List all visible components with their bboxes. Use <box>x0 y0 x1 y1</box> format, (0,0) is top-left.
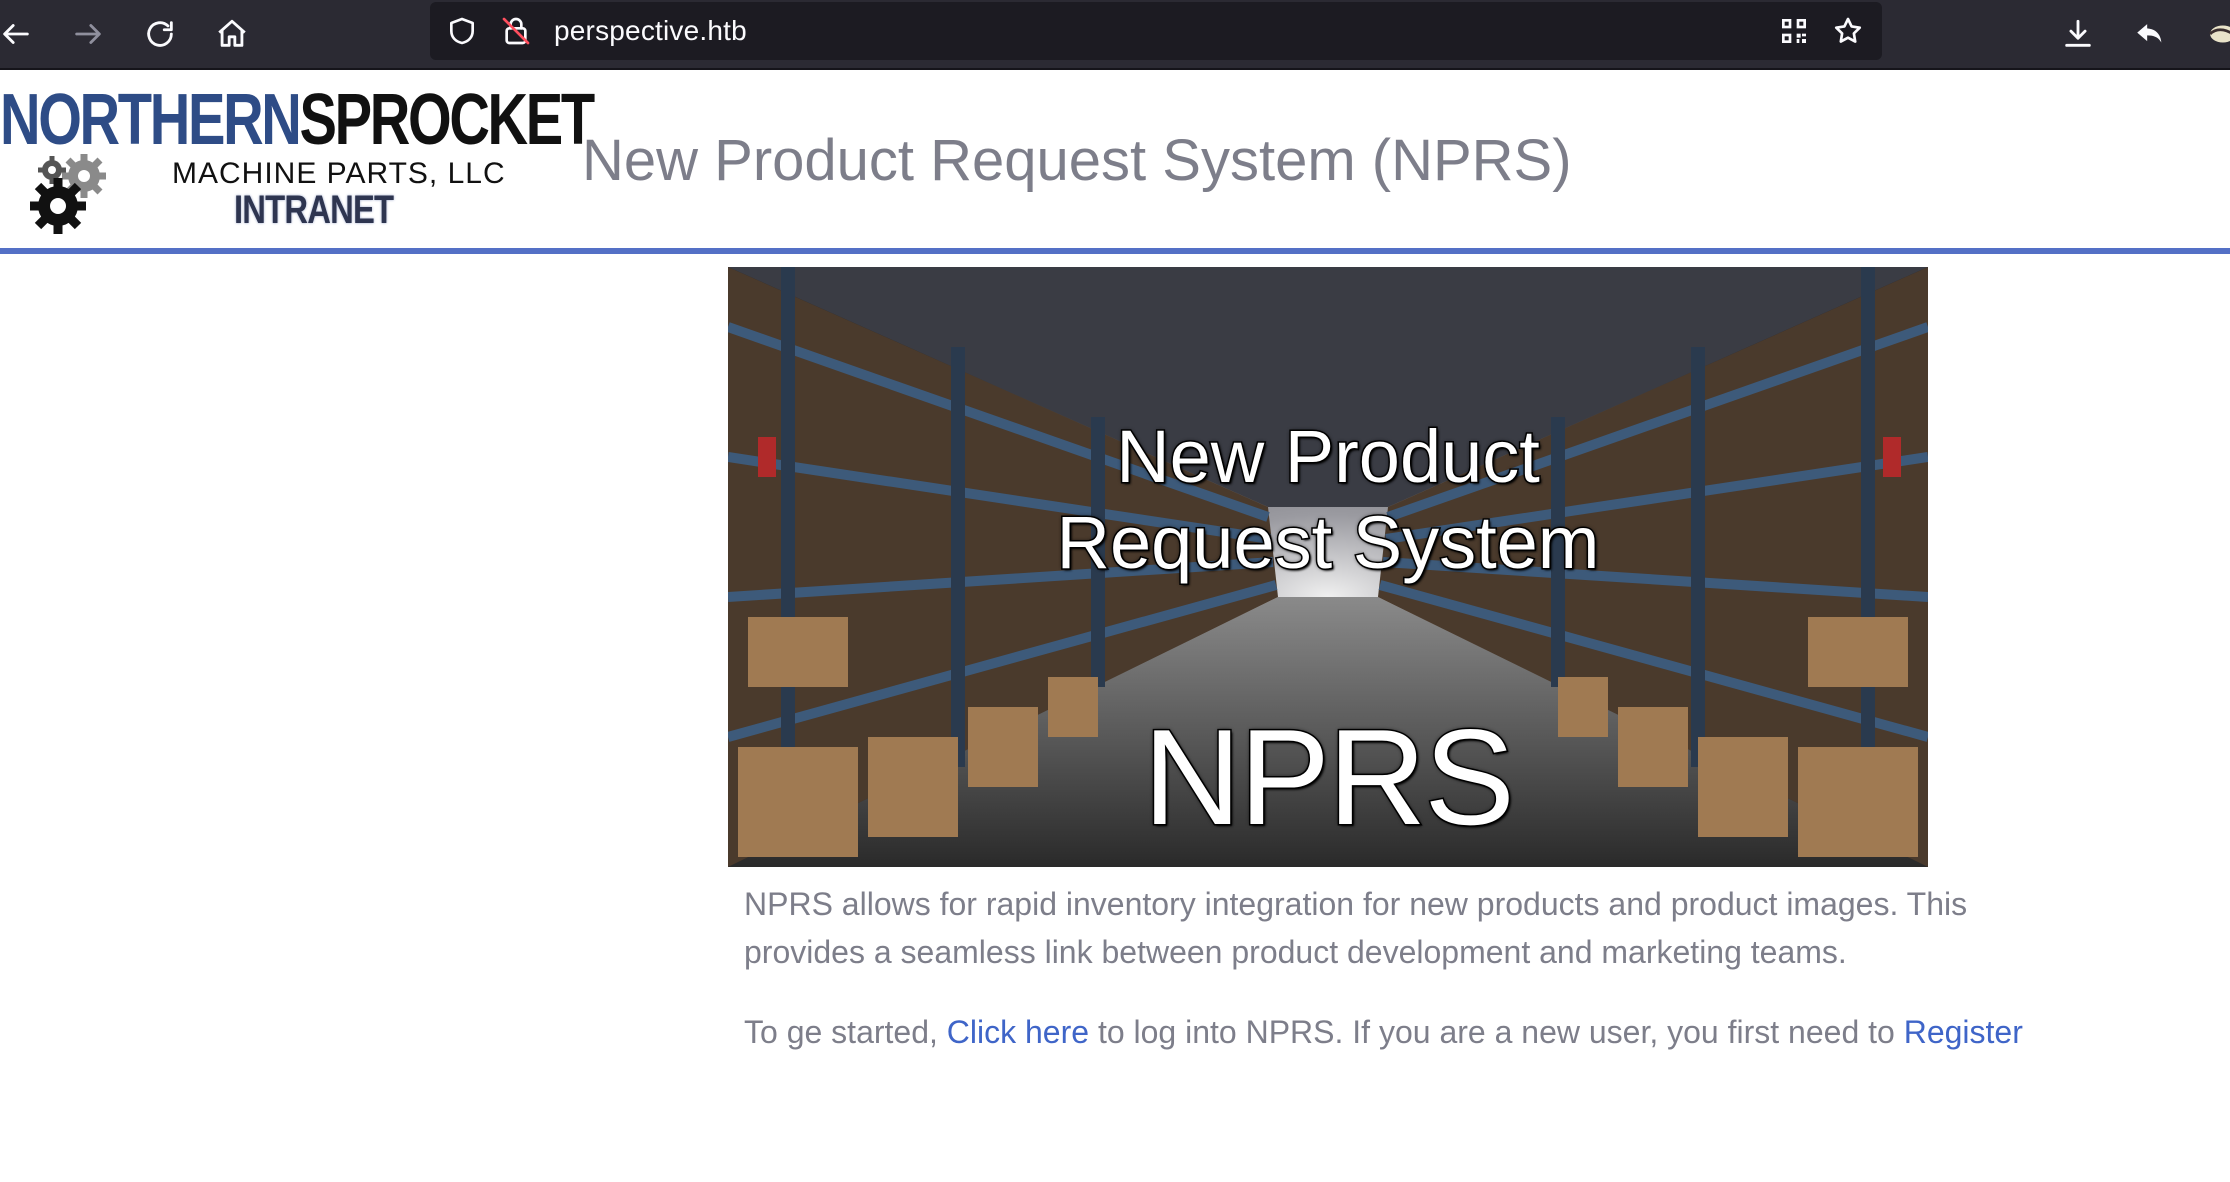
hero-banner-image: New Product Request System NPRS <box>728 267 1928 867</box>
forward-arrow-icon[interactable] <box>64 10 112 58</box>
back-arrow-icon[interactable] <box>0 10 40 58</box>
home-icon[interactable] <box>208 10 256 58</box>
share-back-icon[interactable] <box>2126 10 2174 58</box>
header-divider <box>0 248 2230 254</box>
intro-paragraph: NPRS allows for rapid inventory integrat… <box>744 886 1968 970</box>
gear-icon <box>30 154 106 234</box>
register-link[interactable]: Register <box>1904 1014 2023 1050</box>
logo-sprocket: SPROCKET <box>299 80 596 160</box>
getting-started-text-2: to log into NPRS. If you are a new user,… <box>1089 1014 1904 1050</box>
shield-icon[interactable] <box>442 11 482 51</box>
url-text[interactable]: perspective.htb <box>554 15 747 47</box>
extension-icon[interactable] <box>2196 10 2230 58</box>
hero-title-line1: New Product <box>1115 414 1542 500</box>
intro-content: NPRS allows for rapid inventory integrat… <box>744 880 2084 1056</box>
qr-code-icon[interactable] <box>1774 11 1814 51</box>
insecure-lock-icon[interactable] <box>496 11 536 51</box>
url-bar[interactable]: perspective.htb <box>430 2 1882 60</box>
logo-wordmark: NORTHERNSPROCKET <box>0 84 595 156</box>
page-title: New Product Request System (NPRS) <box>582 128 1572 193</box>
reload-icon[interactable] <box>136 10 184 58</box>
company-logo[interactable]: NORTHERNSPROCKET MACHINE PARTS, LLC INTR… <box>0 84 595 234</box>
getting-started-text-1: To ge started, <box>744 1014 947 1050</box>
login-link[interactable]: Click here <box>947 1014 1089 1050</box>
download-icon[interactable] <box>2054 10 2102 58</box>
getting-started-paragraph: To ge started, Click here to log into NP… <box>744 1008 2084 1056</box>
hero-title-line2: Request System <box>1055 500 1601 586</box>
hero-acronym: NPRS <box>1142 701 1517 853</box>
logo-subtitle: MACHINE PARTS, LLC <box>172 157 506 190</box>
star-icon[interactable] <box>1828 11 1868 51</box>
logo-intranet: INTRANET <box>234 188 394 232</box>
browser-toolbar: perspective.htb <box>0 0 2230 70</box>
logo-northern: NORTHERN <box>0 80 302 160</box>
